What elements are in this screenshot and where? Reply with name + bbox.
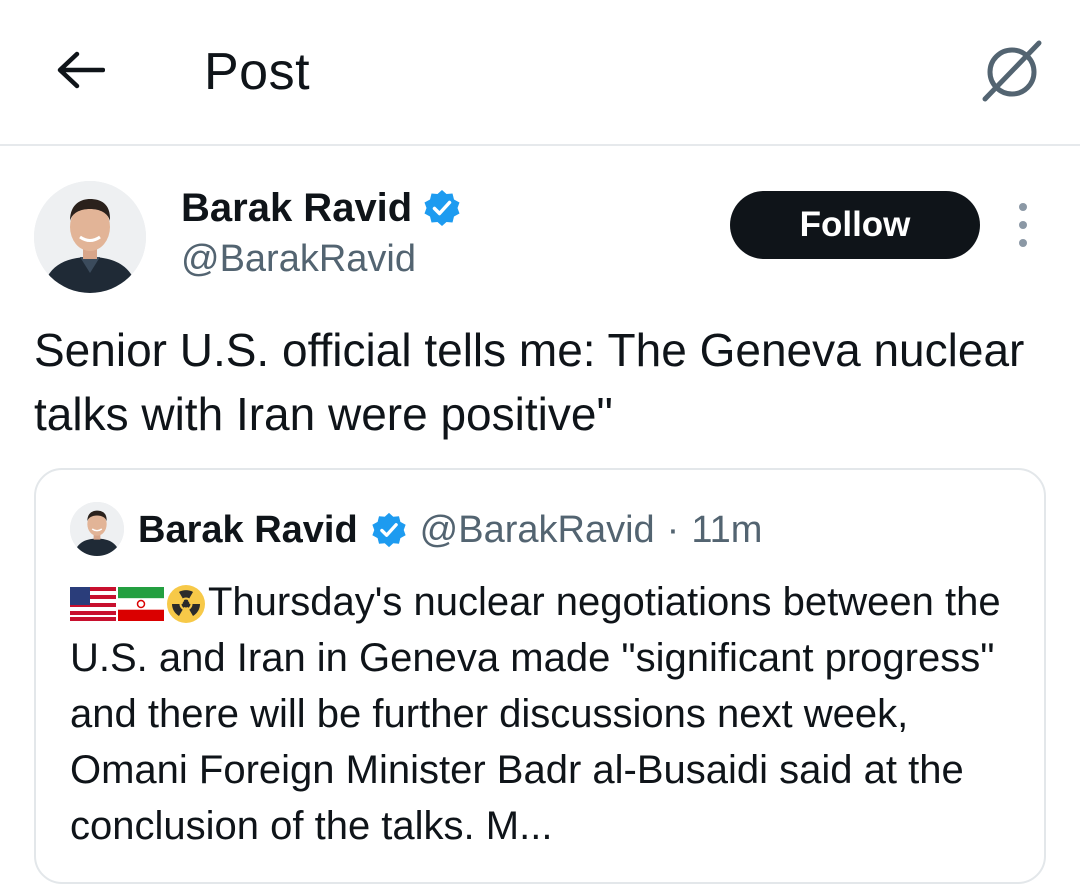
more-dot-icon: [1019, 239, 1027, 247]
quoted-post-text: Thursday's nuclear negotiations between …: [70, 574, 1030, 854]
page-title: Post: [204, 43, 311, 101]
back-button[interactable]: [50, 40, 110, 100]
quoted-author-handle: @BarakRavid: [419, 508, 655, 551]
quoted-avatar[interactable]: [70, 502, 124, 556]
top-app-bar: Post: [0, 0, 1080, 146]
quoted-post-body: Thursday's nuclear negotiations between …: [70, 580, 1001, 848]
post-timestamp: 11m: [691, 508, 763, 551]
iran-flag-icon: [118, 587, 164, 621]
verified-badge-icon: [372, 512, 406, 548]
author-handle[interactable]: @BarakRavid: [181, 236, 416, 282]
radioactive-icon: [167, 585, 205, 623]
grok-button[interactable]: [976, 34, 1048, 106]
author-name-row[interactable]: Barak Ravid: [181, 184, 462, 232]
verified-badge-icon: [424, 190, 460, 226]
separator-dot: ·: [666, 508, 680, 551]
profile-photo: [34, 181, 146, 293]
profile-photo: [70, 502, 124, 556]
grok-icon: [982, 40, 1042, 102]
quoted-author-name: Barak Ravid: [138, 508, 358, 551]
avatar[interactable]: [34, 181, 146, 293]
us-flag-icon: [70, 587, 116, 621]
emoji-group: [70, 584, 206, 624]
post-text: Senior U.S. official tells me: The Genev…: [34, 324, 1025, 440]
arrow-left-icon: [57, 51, 105, 89]
more-dot-icon: [1019, 221, 1027, 229]
more-options-button[interactable]: [1008, 203, 1038, 247]
quoted-post-header: Barak Ravid @BarakRavid · 11m: [138, 504, 762, 556]
more-dot-icon: [1019, 203, 1027, 211]
author-name: Barak Ravid: [181, 186, 413, 230]
follow-button[interactable]: Follow: [730, 191, 980, 259]
quoted-post-card[interactable]: Barak Ravid @BarakRavid · 11m Thursday's…: [34, 468, 1046, 884]
